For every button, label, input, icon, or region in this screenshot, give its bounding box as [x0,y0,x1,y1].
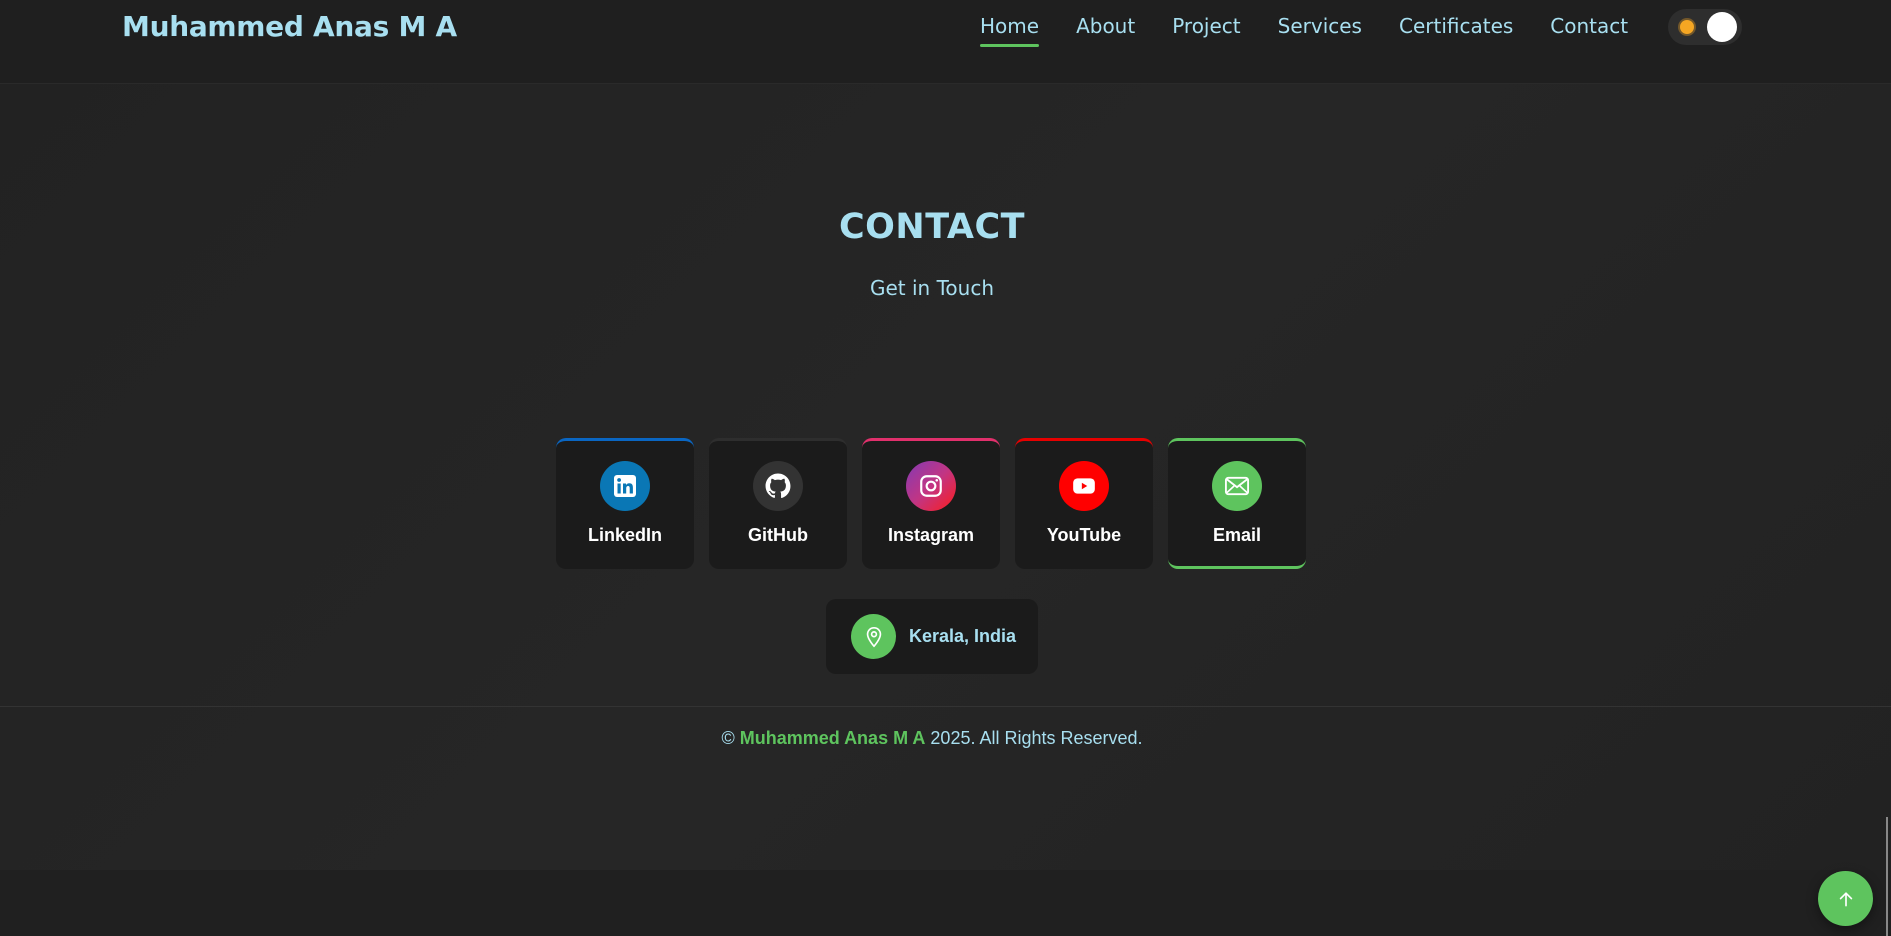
nav-links: Home About Project Services Certificates… [980,14,1665,47]
footer-rights: 2025. All Rights Reserved. [930,728,1143,748]
bottom-band [0,870,1891,936]
scrollbar[interactable] [1886,817,1888,936]
theme-toggle[interactable] [1668,9,1742,45]
instagram-label: Instagram [887,525,975,545]
footer-name: Muhammed Anas M A [739,728,926,748]
scroll-to-top-button[interactable] [1818,871,1873,926]
brand-logo[interactable]: Muhammed Anas M A [122,10,457,43]
nav-about[interactable]: About [1076,14,1135,46]
toggle-knob [1707,12,1737,42]
nav-contact[interactable]: Contact [1550,14,1628,46]
github-label: GitHub [748,525,808,545]
github-card[interactable]: GitHub [709,438,847,569]
nav-home[interactable]: Home [980,14,1040,47]
social-links: LinkedIn GitHub Instagram YouTube Email [556,438,1306,569]
email-label: Email [1212,525,1262,545]
location-text: Kerala, India [909,626,1017,646]
nav-services[interactable]: Services [1278,14,1362,46]
github-icon [753,461,803,511]
linkedin-label: LinkedIn [587,525,662,545]
instagram-card[interactable]: Instagram [862,438,1000,569]
sun-icon [1680,20,1694,34]
email-card[interactable]: Email [1168,438,1306,569]
linkedin-card[interactable]: LinkedIn [556,438,694,569]
youtube-label: YouTube [1046,525,1122,545]
arrow-up-icon [1839,891,1852,906]
navbar: Muhammed Anas M A Home About Project Ser… [0,0,1891,84]
copyright-symbol: © [721,728,735,748]
location-pin-icon [851,614,896,659]
nav-certificates[interactable]: Certificates [1399,14,1513,46]
linkedin-icon [600,461,650,511]
youtube-card[interactable]: YouTube [1015,438,1153,569]
nav-project[interactable]: Project [1172,14,1240,46]
instagram-icon [906,461,956,511]
footer: © Muhammed Anas M A 2025. All Rights Res… [0,728,1864,749]
youtube-icon [1059,461,1109,511]
section-title: CONTACT [838,207,1026,247]
mail-icon [1212,461,1262,511]
section-subtitle: Get in Touch [870,276,994,300]
footer-divider [0,706,1891,707]
location-card: Kerala, India [826,599,1038,674]
